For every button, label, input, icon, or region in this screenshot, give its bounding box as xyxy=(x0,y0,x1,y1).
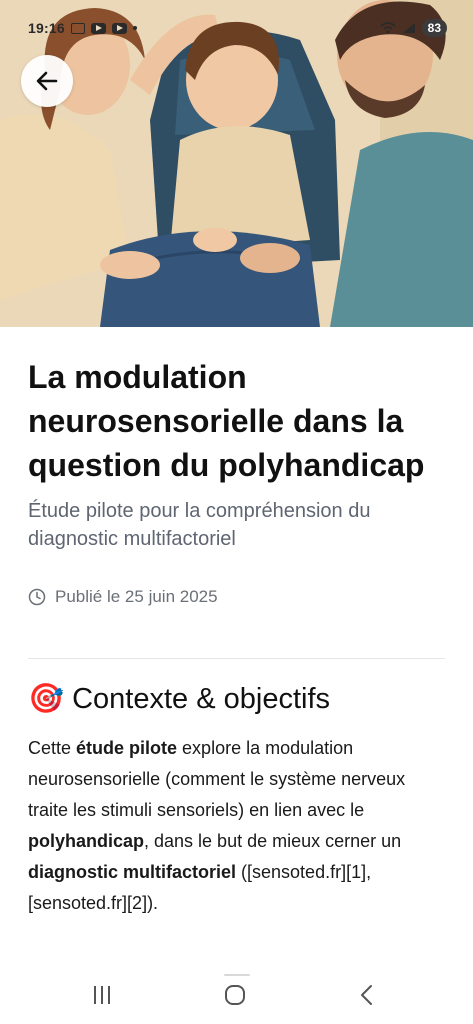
publish-date-text: Publié le 25 juin 2025 xyxy=(55,587,218,606)
section-title-text: Contexte & objectifs xyxy=(72,682,331,715)
home-icon xyxy=(225,985,245,1005)
back-button[interactable] xyxy=(21,55,73,107)
system-nav-bar xyxy=(0,964,473,1024)
status-bar: 19:16 83 xyxy=(0,0,473,56)
gallery-icon xyxy=(70,22,85,34)
back-icon xyxy=(361,985,372,1005)
recents-button[interactable] xyxy=(85,980,119,1010)
youtube-icon xyxy=(90,22,106,34)
section-paragraph: Cette étude pilote explore la modulation… xyxy=(28,733,448,919)
divider xyxy=(28,658,445,659)
paragraph-bold-text: étude pilote xyxy=(76,738,178,758)
nav-back-button[interactable] xyxy=(352,980,382,1010)
clock-icon xyxy=(28,588,46,606)
wifi-icon xyxy=(380,22,396,34)
dot-icon xyxy=(132,26,137,30)
article-title: La modulation neurosensorielle dans la q… xyxy=(28,359,425,483)
battery-level: 83 xyxy=(421,19,447,37)
article-header: La modulation neurosensorielle dans la q… xyxy=(28,355,448,607)
youtube-icon xyxy=(111,22,127,34)
paragraph-text: Cette xyxy=(28,738,77,758)
status-left: 19:16 xyxy=(28,20,137,36)
article-subtitle: Étude pilote pour la compréhension du di… xyxy=(28,500,371,550)
status-right: 83 xyxy=(380,19,447,37)
home-button[interactable] xyxy=(218,980,252,1010)
signal-icon xyxy=(402,23,415,33)
publish-date: Publié le 25 juin 2025 xyxy=(28,587,448,607)
recents-icon xyxy=(94,986,110,1004)
target-emoji-icon: 🎯 xyxy=(28,683,65,715)
arrow-left-icon xyxy=(36,71,58,91)
paragraph-bold-text: diagnostic multifactoriel xyxy=(28,862,237,882)
paragraph-bold-text: polyhandicap xyxy=(28,831,145,851)
section-title: 🎯 Contexte & objectifs xyxy=(28,682,330,716)
nav-handle xyxy=(224,974,250,976)
paragraph-text: , dans le but de mieux cerner un xyxy=(144,831,402,851)
status-time: 19:16 xyxy=(28,20,65,36)
